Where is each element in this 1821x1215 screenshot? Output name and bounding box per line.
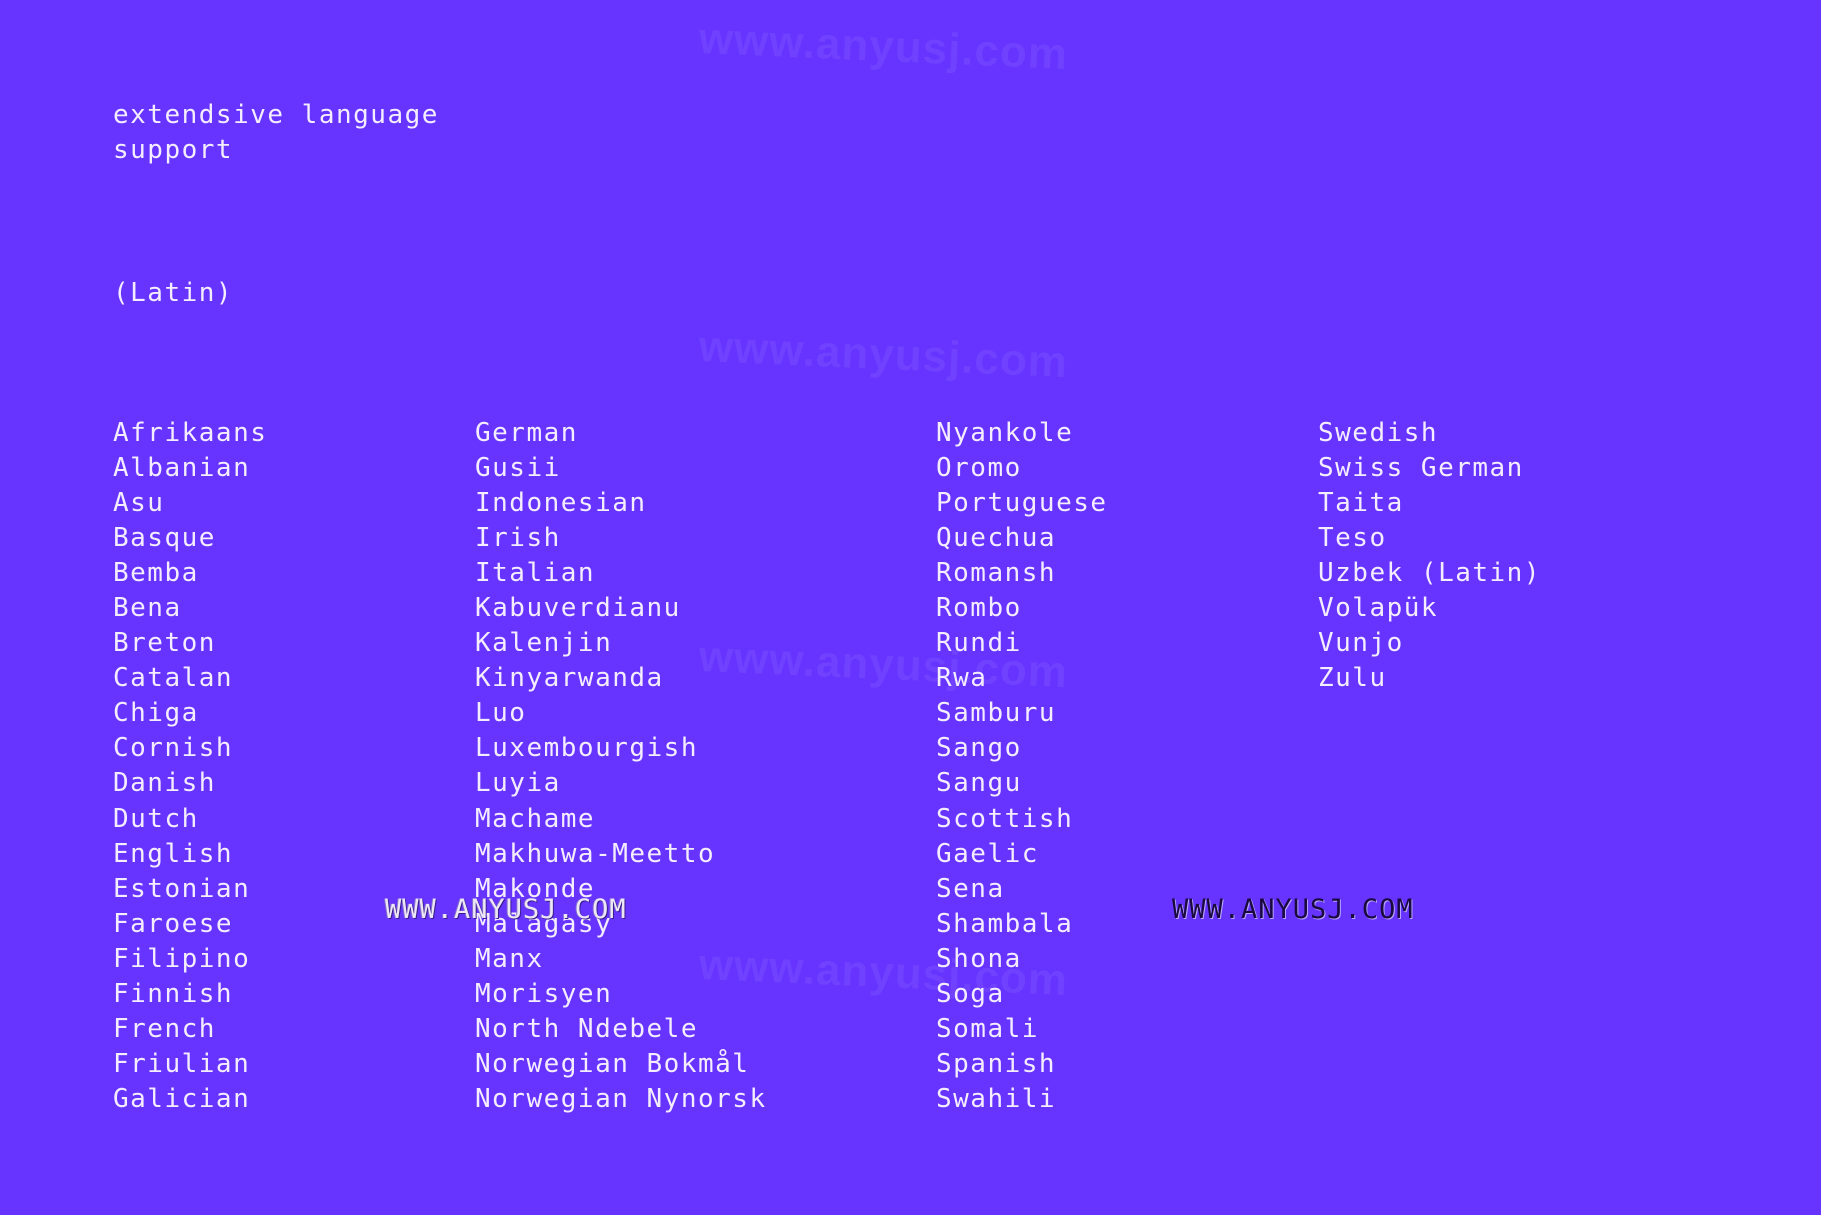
language-item: Luo	[475, 698, 527, 729]
language-item: Filipino	[113, 943, 251, 974]
language-item: Oromo	[936, 453, 1022, 484]
language-column-1: Afrikaans Albanian Asu Basque Bemba Bena Breto…	[113, 416, 267, 1117]
language-item: Kabuverdianu	[475, 593, 681, 624]
language-item: Shambala	[936, 908, 1074, 939]
language-item: Swiss German	[1318, 453, 1524, 484]
language-item: Afrikaans	[113, 418, 268, 448]
language-item: Norwegian Bokmål	[475, 1048, 750, 1079]
language-item: Kalenjin	[475, 628, 613, 659]
language-item: Rombo	[936, 593, 1022, 624]
language-item: Breton	[113, 628, 216, 659]
watermark-faint: www.anyusj.com	[697, 14, 1070, 80]
language-item: Galician	[113, 1083, 251, 1114]
language-item: Taita	[1318, 488, 1404, 519]
language-item: Swedish	[1318, 418, 1439, 448]
language-item: Spanish	[936, 1048, 1057, 1079]
language-item: Malagasy	[475, 908, 613, 939]
language-column-4: Swedish Swiss German Taita Teso Uzbek (Latin…	[1318, 416, 1541, 696]
language-item: Rwa	[936, 663, 988, 694]
language-item: Catalan	[113, 663, 234, 694]
language-item: Irish	[475, 523, 561, 554]
language-item: Gaelic	[936, 838, 1039, 869]
language-item: Sango	[936, 733, 1022, 764]
page-heading: extendsive language support	[113, 100, 439, 165]
language-item: French	[113, 1013, 216, 1044]
language-item: Cornish	[113, 733, 234, 764]
language-item: Zulu	[1318, 663, 1387, 694]
language-item: Faroese	[113, 908, 234, 939]
watermark-pixel-dark: WWW.ANYUSJ.COM	[1172, 894, 1414, 925]
language-item: Kinyarwanda	[475, 663, 664, 694]
language-item: Sangu	[936, 768, 1022, 799]
language-item: Swahili	[936, 1083, 1057, 1114]
language-item: Morisyen	[475, 978, 613, 1009]
language-item: Luxembourgish	[475, 733, 698, 764]
language-item: Estonian	[113, 873, 251, 904]
language-item: Bemba	[113, 558, 199, 589]
language-item: Uzbek (Latin)	[1318, 558, 1541, 589]
language-item: Teso	[1318, 523, 1387, 554]
language-item: Vunjo	[1318, 628, 1404, 659]
language-item: Volapük	[1318, 593, 1439, 624]
language-item: Finnish	[113, 978, 234, 1009]
language-item: Sena	[936, 873, 1005, 904]
language-item: Soga	[936, 978, 1005, 1009]
language-item: Gusii	[475, 453, 561, 484]
language-item: North Ndebele	[475, 1013, 698, 1044]
language-item: Friulian	[113, 1048, 251, 1079]
language-item: Makonde	[475, 873, 596, 904]
language-item: Somali	[936, 1013, 1039, 1044]
language-column-3: Nyankole Oromo Portuguese Quechua Romansh Rom…	[936, 416, 1108, 1117]
watermark-faint: www.anyusj.com	[697, 322, 1070, 388]
language-item: Romansh	[936, 558, 1057, 589]
language-item: Manx	[475, 943, 544, 974]
language-item: Portuguese	[936, 488, 1108, 519]
language-item: German	[475, 418, 578, 448]
language-item: Basque	[113, 523, 216, 554]
language-item: Quechua	[936, 523, 1057, 554]
script-label: (Latin)	[113, 278, 234, 308]
language-item: English	[113, 838, 234, 869]
language-item: Chiga	[113, 698, 199, 729]
language-item: Makhuwa-Meetto	[475, 838, 716, 869]
language-item: Albanian	[113, 453, 251, 484]
language-item: Rundi	[936, 628, 1022, 659]
language-item: Luyia	[475, 768, 561, 799]
language-item: Danish	[113, 768, 216, 799]
language-item: Samburu	[936, 698, 1057, 729]
language-item: Scottish	[936, 803, 1074, 834]
language-item: Indonesian	[475, 488, 647, 519]
language-item: Machame	[475, 803, 596, 834]
language-item: Nyankole	[936, 418, 1074, 448]
language-item: Asu	[113, 488, 165, 519]
language-item: Shona	[936, 943, 1022, 974]
language-item: Italian	[475, 558, 596, 589]
language-item: Norwegian Nynorsk	[475, 1083, 767, 1114]
language-item: Bena	[113, 593, 182, 624]
language-item: Dutch	[113, 803, 199, 834]
language-column-2: German Gusii Indonesian Irish Italian Kabuver…	[475, 416, 767, 1117]
